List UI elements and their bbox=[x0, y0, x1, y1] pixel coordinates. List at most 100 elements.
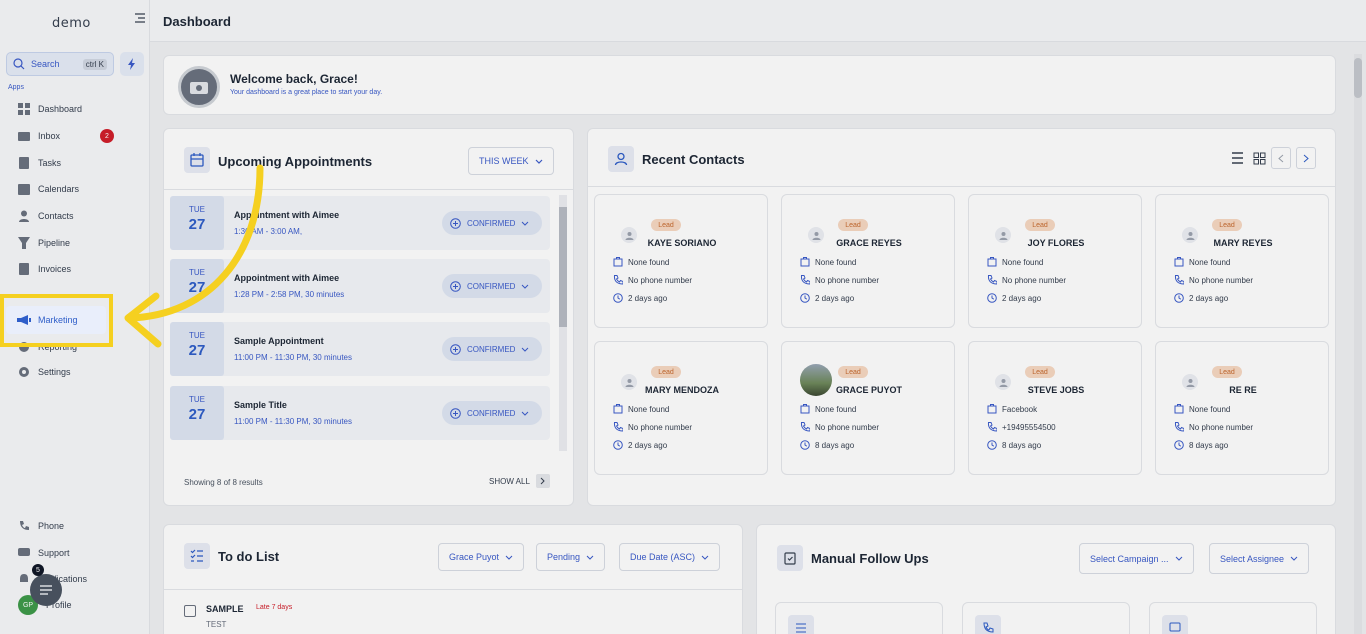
page-scrollbar-thumb[interactable] bbox=[1354, 58, 1362, 98]
lead-badge: Lead bbox=[1025, 366, 1055, 378]
todo-item-subtitle: TEST bbox=[206, 620, 227, 629]
chevron-down-icon bbox=[586, 555, 594, 560]
todo-checkbox[interactable] bbox=[184, 605, 196, 617]
chat-widget-button[interactable] bbox=[30, 574, 62, 606]
appointments-scrollbar[interactable] bbox=[559, 195, 567, 451]
contact-card[interactable]: Lead RE RE None found No phone number 8 days… bbox=[1155, 341, 1329, 475]
lead-badge: Lead bbox=[1212, 366, 1242, 378]
list-view-icon[interactable] bbox=[1231, 152, 1244, 164]
contact-time: 2 days ago bbox=[800, 293, 854, 303]
contact-company: None found bbox=[987, 257, 1043, 267]
contact-card[interactable]: Lead KAYE SORIANO None found No phone numbe… bbox=[594, 194, 768, 328]
sidebar-item-label: Invoices bbox=[38, 264, 72, 274]
page-scrollbar[interactable] bbox=[1354, 54, 1362, 634]
recent-contacts-card: Recent Contacts Lead KAYE SORIANO None fou… bbox=[587, 128, 1336, 506]
lead-badge: Lead bbox=[1212, 219, 1242, 231]
scrollbar-thumb[interactable] bbox=[559, 207, 567, 327]
divider bbox=[164, 589, 743, 590]
chevron-right-icon bbox=[535, 474, 550, 488]
grid-view-icon[interactable] bbox=[1253, 152, 1266, 165]
collapse-menu-icon[interactable] bbox=[134, 12, 146, 24]
prev-page-button[interactable] bbox=[1271, 147, 1291, 169]
sidebar-item-marketing[interactable]: Marketing bbox=[6, 306, 106, 334]
campaign-select[interactable]: Select Campaign ... bbox=[1079, 543, 1194, 574]
quick-actions-button[interactable] bbox=[120, 52, 144, 76]
user-icon bbox=[608, 146, 634, 172]
week-filter-dropdown[interactable]: THIS WEEK bbox=[468, 147, 554, 175]
notification-count-badge: 5 bbox=[32, 564, 44, 576]
status-badge[interactable]: CONFIRMED bbox=[442, 274, 542, 298]
contact-card[interactable]: Lead GRACE PUYOT None found No phone number… bbox=[781, 341, 955, 475]
contact-company: None found bbox=[800, 257, 856, 267]
clipboard-icon bbox=[777, 545, 803, 571]
contact-company: None found bbox=[1174, 257, 1230, 267]
search-button[interactable]: Search ctrl K bbox=[6, 52, 114, 76]
lead-badge: Lead bbox=[838, 219, 868, 231]
chevron-down-icon bbox=[522, 411, 529, 416]
followup-tile-calls[interactable] bbox=[962, 602, 1130, 634]
contact-phone-label: No phone number bbox=[1002, 275, 1067, 285]
show-all-button[interactable]: SHOW ALL bbox=[489, 474, 550, 488]
sidebar-item-settings[interactable]: Settings bbox=[18, 363, 138, 381]
contact-company-label: None found bbox=[1002, 257, 1044, 267]
filter-label: Grace Puyot bbox=[449, 552, 500, 562]
support-icon bbox=[18, 547, 30, 559]
phone-icon bbox=[613, 422, 623, 432]
contact-card[interactable]: Lead MARY MENDOZA None found No phone numbe… bbox=[594, 341, 768, 475]
chevron-down-icon bbox=[1175, 556, 1182, 561]
select-label: Select Campaign ... bbox=[1090, 553, 1169, 564]
profile-photo-placeholder[interactable] bbox=[178, 66, 220, 108]
contact-company-label: None found bbox=[815, 404, 857, 414]
status-filter-dropdown[interactable]: Pending bbox=[536, 543, 606, 571]
sidebar-item-inbox[interactable]: Inbox bbox=[18, 127, 138, 145]
chevron-left-icon bbox=[1278, 154, 1284, 162]
contact-card[interactable]: Lead GRACE REYES None found No phone number… bbox=[781, 194, 955, 328]
sidebar-item-support[interactable]: Support bbox=[18, 544, 138, 562]
appointments-footer-text: Showing 8 of 8 results bbox=[184, 478, 263, 487]
contact-phone-label: No phone number bbox=[815, 275, 880, 285]
next-page-button[interactable] bbox=[1296, 147, 1316, 169]
clock-icon bbox=[1174, 440, 1184, 450]
followup-tile-messages[interactable] bbox=[1149, 602, 1317, 634]
contact-time: 2 days ago bbox=[613, 293, 667, 303]
contact-time-label: 2 days ago bbox=[628, 293, 668, 303]
clock-icon bbox=[987, 440, 997, 450]
invoices-icon bbox=[18, 263, 30, 275]
contact-phone-label: No phone number bbox=[628, 422, 693, 432]
contact-phone: No phone number bbox=[1174, 422, 1253, 432]
sidebar-item-label: Contacts bbox=[38, 211, 74, 221]
inbox-count-badge: 2 bbox=[100, 129, 114, 143]
contact-card[interactable]: Lead MARY REYES None found No phone number 2… bbox=[1155, 194, 1329, 328]
chevron-down-icon bbox=[701, 555, 709, 560]
assignee-select[interactable]: Select Assignee bbox=[1209, 543, 1310, 574]
contact-phone: No phone number bbox=[613, 422, 692, 432]
followup-tile-tasks[interactable] bbox=[775, 602, 943, 634]
list-icon bbox=[788, 615, 814, 634]
app-logo[interactable]: demo bbox=[52, 16, 91, 31]
sort-dropdown[interactable]: Due Date (ASC) bbox=[619, 543, 721, 571]
todo-card: To do List Grace Puyot Pending Due Date … bbox=[163, 524, 743, 634]
status-badge[interactable]: CONFIRMED bbox=[442, 337, 542, 361]
pointer-arrow bbox=[124, 164, 264, 348]
contact-company: None found bbox=[613, 404, 669, 414]
clock-icon bbox=[987, 293, 997, 303]
contact-company-label: None found bbox=[628, 257, 670, 267]
assignee-filter-dropdown[interactable]: Grace Puyot bbox=[438, 543, 525, 571]
building-icon bbox=[1174, 257, 1184, 267]
followups-title: Manual Follow Ups bbox=[811, 551, 929, 566]
pipeline-icon bbox=[18, 237, 30, 249]
chevron-right-icon bbox=[1303, 154, 1309, 162]
date-box: TUE 27 bbox=[170, 386, 224, 440]
contact-card[interactable]: Lead STEVE JOBS Facebook +19495554500 8 days… bbox=[968, 341, 1142, 475]
contact-name: GRACE PUYOT bbox=[835, 385, 902, 395]
building-icon bbox=[1174, 404, 1184, 414]
contact-company-label: None found bbox=[628, 404, 670, 414]
search-icon bbox=[13, 58, 25, 70]
welcome-subtitle: Your dashboard is a great place to start… bbox=[230, 89, 383, 96]
status-badge[interactable]: CONFIRMED bbox=[442, 211, 542, 235]
appointment-item[interactable]: TUE 27 Sample Title 11:00 PM - 11:30 PM, … bbox=[170, 386, 550, 440]
status-badge[interactable]: CONFIRMED bbox=[442, 401, 542, 425]
sidebar-item-dashboard[interactable]: Dashboard bbox=[18, 100, 138, 118]
sidebar-item-phone[interactable]: Phone bbox=[18, 517, 138, 535]
contact-card[interactable]: Lead JOY FLORES None found No phone number 2… bbox=[968, 194, 1142, 328]
